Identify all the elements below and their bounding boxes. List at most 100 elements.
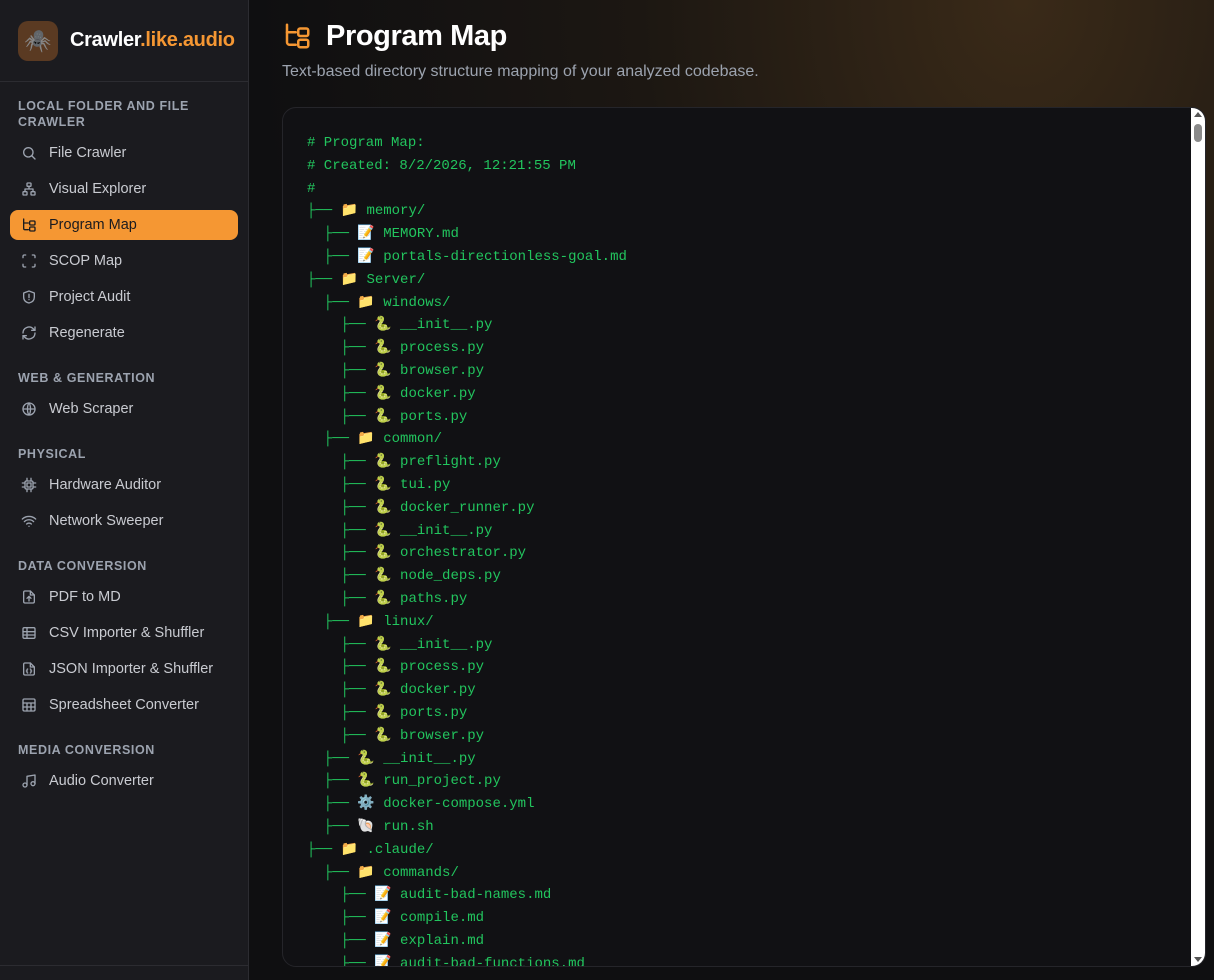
table-icon	[20, 624, 38, 642]
refresh-icon	[20, 324, 38, 342]
program-map-line: ├── 🐍 browser.py	[307, 362, 485, 379]
program-map-line: ├── 📝 MEMORY.md	[307, 226, 459, 243]
sheet-icon	[20, 696, 38, 714]
program-map-line: ├── 📁 memory/	[307, 203, 426, 220]
sidebar-item-hardware-auditor[interactable]: Hardware Auditor	[10, 470, 238, 500]
scroll-down-arrow-icon[interactable]	[1194, 957, 1202, 962]
program-map-line: ├── 📁 linux/	[307, 613, 434, 630]
program-map-line: ├── 🐍 docker.py	[307, 682, 476, 699]
nav-section-title: WEB & GENERATION	[18, 371, 156, 385]
program-map-line: ├── 📝 explain.md	[307, 932, 485, 949]
sidebar-item-label: SCOP Map	[49, 253, 123, 269]
folder-tree-icon	[20, 216, 38, 234]
brand-name-part1: Crawler	[70, 29, 141, 51]
sidebar-item-label: Program Map	[49, 217, 137, 233]
nav-section: PHYSICAL Hardware Auditor Network Sweeper	[0, 446, 248, 536]
sidebar-item-regenerate[interactable]: Regenerate	[10, 318, 238, 348]
program-map-line: ├── 🐍 __init__.py	[307, 636, 493, 653]
scroll-up-arrow-icon[interactable]	[1194, 112, 1202, 117]
sidebar-item-web-scraper[interactable]: Web Scraper	[10, 394, 238, 424]
program-map-line: ├── 🐍 docker.py	[307, 385, 476, 402]
scroll-thumb[interactable]	[1194, 124, 1202, 142]
program-map-line: ├── 🐍 ports.py	[307, 408, 468, 425]
sidebar-item-csv-importer-shuffler[interactable]: CSV Importer & Shuffler	[10, 618, 238, 648]
sidebar-item-label: Network Sweeper	[49, 513, 164, 529]
scan-icon	[20, 252, 38, 270]
page-subtitle: Text-based directory structure mapping o…	[282, 63, 759, 80]
spider-icon: 🕷️	[18, 20, 58, 61]
sidebar-item-label: Web Scraper	[49, 401, 134, 417]
shield-alert-icon	[20, 288, 38, 306]
sidebar-item-network-sweeper[interactable]: Network Sweeper	[10, 506, 238, 536]
nav-section-title: MEDIA CONVERSION	[18, 743, 155, 757]
folder-tree-icon	[282, 21, 314, 53]
program-map-line: ├── 📁 commands/	[307, 864, 459, 881]
globe-icon	[20, 400, 38, 418]
sidebar-divider	[0, 965, 249, 966]
sidebar-item-pdf-to-md[interactable]: PDF to MD	[10, 582, 238, 612]
sidebar-item-label: JSON Importer & Shuffler	[49, 661, 214, 677]
program-map-line: ├── 🐍 paths.py	[307, 590, 468, 607]
page-title: Program Map	[326, 20, 507, 52]
program-map-line: ├── 🐍 run_project.py	[307, 773, 501, 790]
page-header: Program Map Text-based directory structu…	[282, 20, 759, 81]
program-map-line: ├── 🐍 process.py	[307, 659, 485, 676]
program-map-line: ├── 📝 compile.md	[307, 910, 485, 927]
main-content: Program Map Text-based directory structu…	[250, 0, 1214, 980]
program-map-line: # Created: 8/2/2026, 12:21:55 PM	[307, 157, 576, 174]
program-map-line: # Program Map:	[307, 135, 425, 151]
program-map-line: ├── 🐍 tui.py	[307, 476, 451, 493]
program-map-line: ├── ⚙️ docker-compose.yml	[307, 796, 535, 813]
brand-name: Crawler.like.audio	[70, 29, 235, 52]
program-map-text: # Program Map: # Created: 8/2/2026, 12:21…	[307, 132, 627, 966]
sidebar-item-json-importer-shuffler[interactable]: JSON Importer & Shuffler	[10, 654, 238, 684]
program-map-line: #	[307, 180, 316, 197]
music-icon	[20, 772, 38, 790]
program-map-line: ├── 🐍 browser.py	[307, 727, 485, 744]
nav-section: MEDIA CONVERSION Audio Converter	[0, 742, 248, 796]
sidebar-item-visual-explorer[interactable]: Visual Explorer	[10, 174, 238, 204]
program-map-panel[interactable]: # Program Map: # Created: 8/2/2026, 12:21…	[282, 107, 1206, 967]
program-map-line: ├── 📁 windows/	[307, 294, 451, 311]
program-map-line: ├── 🐚 run.sh	[307, 818, 434, 835]
file-up-icon	[20, 588, 38, 606]
search-icon	[20, 144, 38, 162]
network-icon	[20, 180, 38, 198]
cpu-icon	[20, 476, 38, 494]
program-map-line: ├── 📁 Server/	[307, 271, 426, 288]
sidebar-item-label: PDF to MD	[49, 589, 121, 605]
program-map-line: ├── 🐍 ports.py	[307, 704, 468, 721]
title-row: Program Map	[282, 20, 759, 53]
sidebar-item-label: Project Audit	[49, 289, 131, 305]
program-map-line: ├── 📝 portals-directionless-goal.md	[307, 248, 627, 265]
program-map-line: ├── 🐍 node_deps.py	[307, 568, 501, 585]
sidebar-item-scop-map[interactable]: SCOP Map	[10, 246, 238, 276]
sidebar-item-label: Visual Explorer	[49, 181, 147, 197]
sidebar-item-label: Spreadsheet Converter	[49, 697, 199, 713]
sidebar-item-label: Audio Converter	[49, 773, 154, 789]
sidebar-item-file-crawler[interactable]: File Crawler	[10, 138, 238, 168]
nav-section: WEB & GENERATION Web Scraper	[0, 370, 248, 424]
program-map-line: ├── 🐍 docker_runner.py	[307, 499, 535, 516]
sidebar-item-spreadsheet-converter[interactable]: Spreadsheet Converter	[10, 690, 238, 720]
program-map-line: ├── 🐍 orchestrator.py	[307, 545, 527, 562]
sidebar-item-project-audit[interactable]: Project Audit	[10, 282, 238, 312]
file-json-icon	[20, 660, 38, 678]
brand[interactable]: 🕷️ Crawler.like.audio	[0, 0, 248, 82]
wifi-icon	[20, 512, 38, 530]
sidebar-item-label: Regenerate	[49, 325, 125, 341]
scrollbar[interactable]	[1191, 108, 1205, 966]
program-map-line: ├── 🐍 preflight.py	[307, 454, 501, 471]
sidebar-item-label: CSV Importer & Shuffler	[49, 625, 205, 641]
sidebar-item-program-map[interactable]: Program Map	[10, 210, 238, 240]
sidebar-nav: LOCAL FOLDER AND FILE CRAWLER File Crawle…	[0, 98, 248, 796]
brand-name-part2: .like.audio	[140, 29, 235, 51]
sidebar-item-label: File Crawler	[49, 145, 127, 161]
program-map-line: ├── 📁 .claude/	[307, 841, 434, 858]
sidebar: 🕷️ Crawler.like.audio LOCAL FOLDER AND F…	[0, 0, 249, 980]
sidebar-item-audio-converter[interactable]: Audio Converter	[10, 766, 238, 796]
nav-section: DATA CONVERSION PDF to MD CSV Importer & S…	[0, 558, 248, 720]
program-map-line: ├── 🐍 process.py	[307, 340, 485, 357]
nav-section-title: PHYSICAL	[18, 447, 87, 461]
nav-section-title: LOCAL FOLDER AND FILE CRAWLER	[18, 99, 189, 129]
